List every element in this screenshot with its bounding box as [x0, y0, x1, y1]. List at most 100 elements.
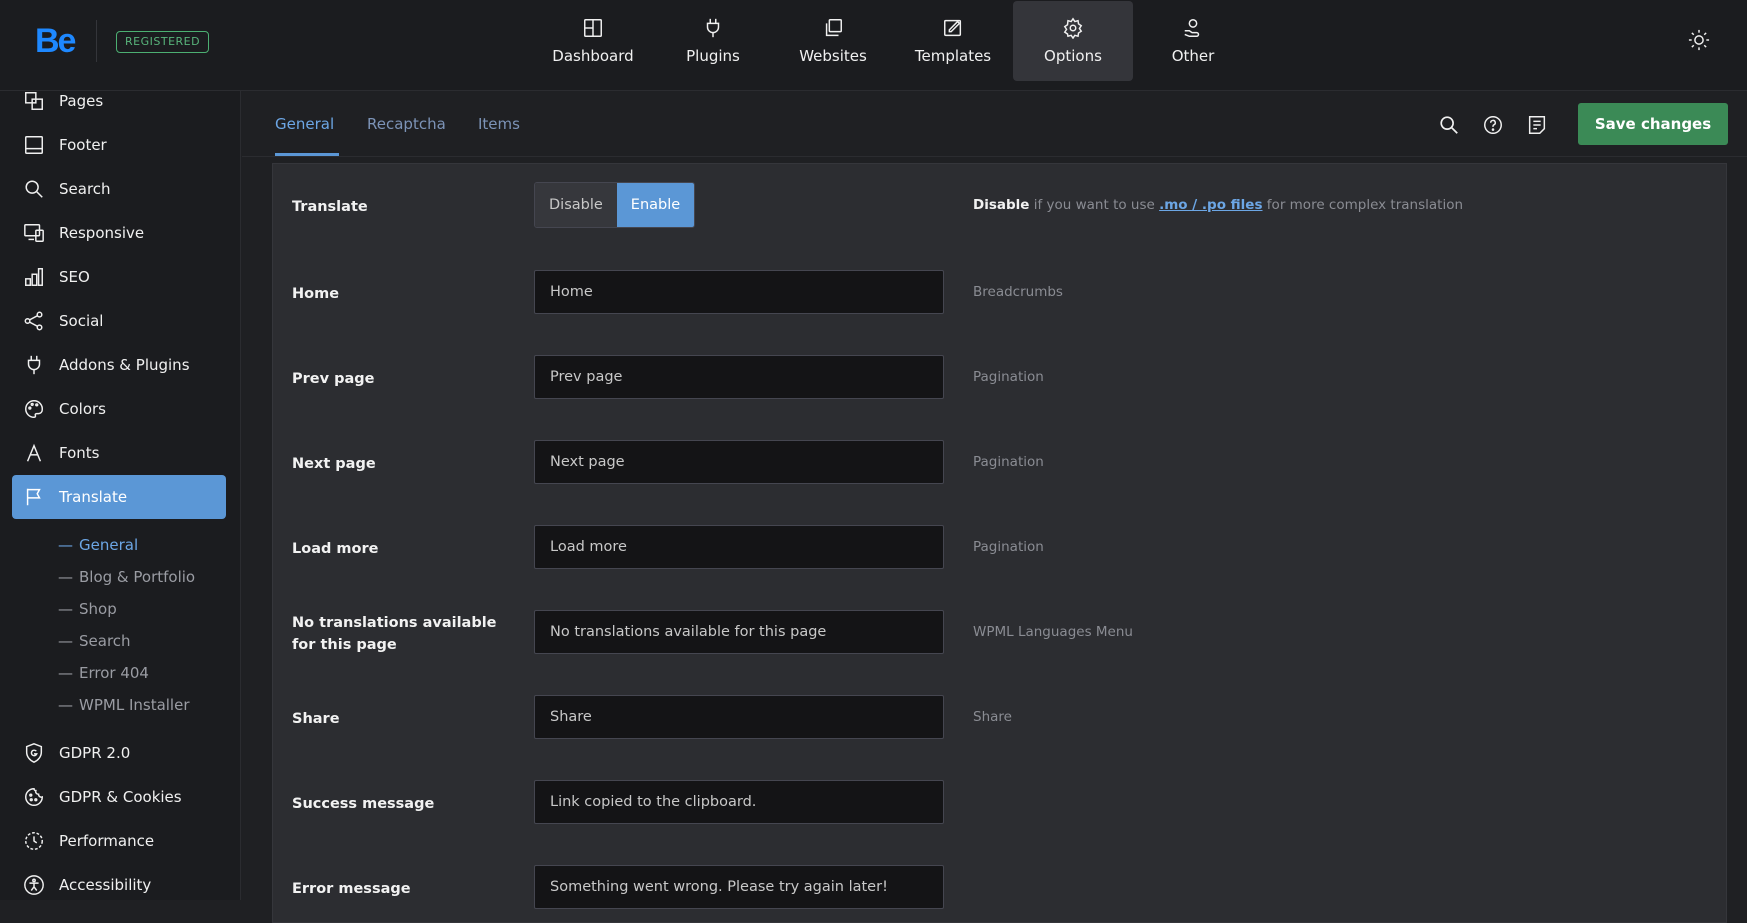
dash: —: [58, 536, 73, 554]
translate-disable-option[interactable]: Disable: [535, 183, 617, 227]
sidebar-item-label: Translate: [59, 488, 128, 506]
sidebar-subitem-label: Error 404: [79, 664, 149, 682]
sidebar-subitem-label: Blog & Portfolio: [79, 568, 196, 586]
dash: —: [58, 600, 73, 618]
sidebar-item-search[interactable]: Search: [12, 167, 226, 211]
registered-badge: REGISTERED: [116, 31, 210, 53]
sidebar-subitem-search[interactable]: — Search: [58, 632, 131, 650]
prev-page-hint: Pagination: [973, 369, 1044, 385]
sidebar-item-label: Performance: [59, 832, 155, 850]
topnav-templates[interactable]: Templates: [893, 1, 1013, 81]
sidebar-subitem-label: Search: [79, 632, 131, 650]
sidebar-item-seo[interactable]: SEO: [12, 255, 226, 299]
translate-enable-option[interactable]: Enable: [616, 183, 695, 227]
topnav-websites[interactable]: Websites: [773, 1, 893, 81]
dash: —: [58, 568, 73, 586]
templates-icon: [944, 19, 962, 37]
topnav-label: Templates: [914, 47, 992, 65]
help-icon[interactable]: [1482, 114, 1504, 136]
topnav-other[interactable]: Other: [1133, 1, 1253, 81]
sidebar-item-colors[interactable]: Colors: [12, 387, 226, 431]
home-hint: Breadcrumbs: [973, 284, 1063, 300]
tab-general[interactable]: General: [275, 115, 334, 133]
sidebar-subitem-label: WPML Installer: [79, 696, 190, 714]
hint-text: if you want to use: [1029, 197, 1160, 213]
home-field[interactable]: Home: [534, 270, 944, 314]
search-icon: [25, 180, 43, 198]
plug-icon: [706, 18, 720, 38]
search-icon[interactable]: [1438, 114, 1460, 136]
dash: —: [58, 664, 73, 682]
sidebar-item-label: Accessibility: [59, 876, 152, 894]
sidebar-item-footer[interactable]: Footer: [12, 123, 226, 167]
sidebar-item-performance[interactable]: Performance: [12, 819, 226, 863]
main-content: General Recaptcha Items Save changes Tra…: [242, 91, 1747, 923]
no-translations-field[interactable]: No translations available for this page: [534, 610, 944, 654]
theme-toggle-sun-icon[interactable]: [1688, 29, 1710, 51]
tab-bar: General Recaptcha Items Save changes: [242, 91, 1747, 157]
sidebar-item-label: GDPR & Cookies: [59, 788, 182, 806]
chart-bars-icon: [25, 268, 43, 286]
sidebar-subitem-error-404[interactable]: — Error 404: [58, 664, 149, 682]
sidebar-subitem-blog-portfolio[interactable]: — Blog & Portfolio: [58, 568, 195, 586]
error-message-field[interactable]: Something went wrong. Please try again l…: [534, 865, 944, 909]
sidebar-item-gdpr-cookies[interactable]: GDPR & Cookies: [12, 775, 226, 819]
load-more-field[interactable]: Load more: [534, 525, 944, 569]
font-icon: [26, 443, 42, 462]
share-icon: [24, 311, 43, 331]
hint-strong: Disable: [973, 197, 1030, 213]
sidebar-item-translate[interactable]: Translate: [12, 475, 226, 519]
topnav-label: Plugins: [686, 47, 740, 65]
row-label-home: Home: [292, 286, 340, 302]
flag-icon: [26, 488, 41, 506]
sidebar-subitem-label: Shop: [79, 600, 117, 618]
sidebar-subitem-general[interactable]: — General: [58, 536, 138, 554]
sidebar-item-social[interactable]: Social: [12, 299, 226, 343]
translate-toggle: Disable Enable: [534, 182, 696, 228]
sidebar-item-label: GDPR 2.0: [59, 744, 131, 762]
sidebar-item-pages[interactable]: Pages: [12, 79, 226, 123]
prev-page-field[interactable]: Prev page: [534, 355, 944, 399]
dash: —: [58, 632, 73, 650]
sidebar-subitem-wpml-installer[interactable]: — WPML Installer: [58, 696, 190, 714]
mo-po-files-link[interactable]: .mo / .po files: [1159, 197, 1262, 213]
row-label-share: Share: [292, 711, 340, 727]
row-label-no-translations: No translations available for this page: [292, 615, 497, 653]
sidebar-item-accessibility[interactable]: Accessibility: [12, 863, 226, 907]
save-changes-button[interactable]: Save changes: [1578, 103, 1728, 145]
sidebar-item-responsive[interactable]: Responsive: [12, 211, 226, 255]
sidebar-item-gdpr[interactable]: GDPR 2.0: [12, 731, 226, 775]
sidebar-item-label: Pages: [59, 92, 104, 110]
next-page-field[interactable]: Next page: [534, 440, 944, 484]
share-field[interactable]: Share: [534, 695, 944, 739]
no-translations-hint: WPML Languages Menu: [973, 624, 1133, 640]
topnav-dashboard[interactable]: Dashboard: [533, 1, 653, 81]
share-hint: Share: [973, 709, 1012, 725]
tab-recaptcha[interactable]: Recaptcha: [367, 115, 446, 133]
dash: —: [58, 696, 73, 714]
sidebar-item-addons[interactable]: Addons & Plugins: [12, 343, 226, 387]
hint-text: for more complex translation: [1262, 197, 1464, 213]
sidebar-item-label: Colors: [59, 400, 106, 418]
sidebar-subitem-label: General: [79, 536, 139, 554]
success-message-field[interactable]: Link copied to the clipboard.: [534, 780, 944, 824]
topnav-options[interactable]: Options: [1013, 1, 1133, 81]
tab-items[interactable]: Items: [478, 115, 520, 133]
topnav-plugins[interactable]: Plugins: [653, 1, 773, 81]
notes-icon[interactable]: [1526, 114, 1548, 136]
be-logo[interactable]: Be: [35, 22, 76, 61]
next-page-hint: Pagination: [973, 454, 1044, 470]
sidebar-item-label: Addons & Plugins: [59, 356, 190, 374]
footer-icon: [25, 136, 43, 154]
sidebar-item-fonts[interactable]: Fonts: [12, 431, 226, 475]
sidebar-subitem-shop[interactable]: — Shop: [58, 600, 117, 618]
gear-icon: [1063, 17, 1083, 39]
row-label-prev-page: Prev page: [292, 371, 375, 387]
active-tab-indicator: [275, 153, 339, 156]
websites-icon: [825, 19, 842, 37]
row-label-next-page: Next page: [292, 456, 376, 472]
sidebar: Pages Footer Search Responsive SEO Socia…: [0, 91, 241, 900]
settings-panel: Translate Disable Enable Disable if you …: [272, 163, 1727, 923]
sidebar-item-label: Fonts: [59, 444, 100, 462]
sidebar-item-label: SEO: [59, 268, 90, 286]
